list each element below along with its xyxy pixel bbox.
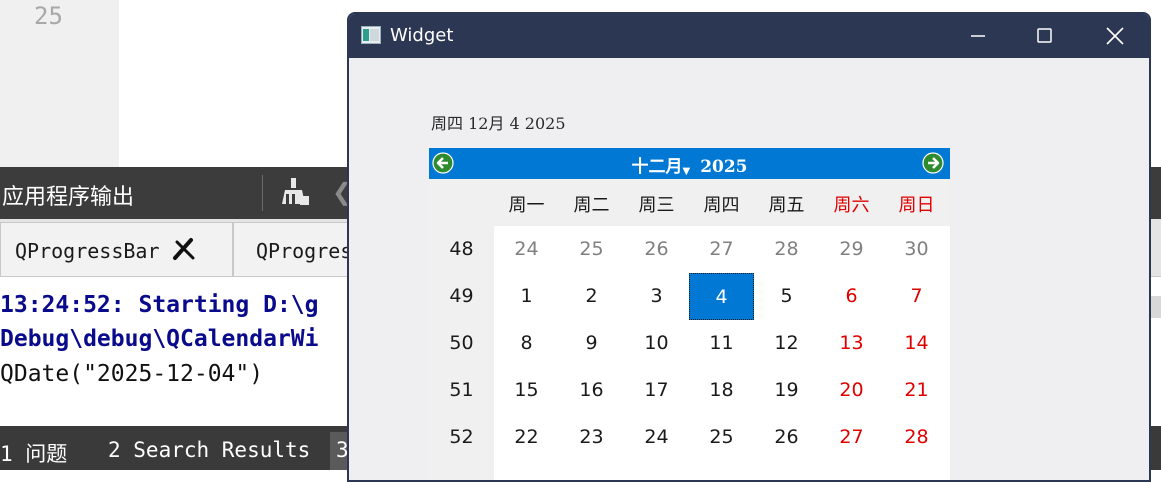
day-cell[interactable]: 15 bbox=[494, 367, 559, 414]
day-cell[interactable]: 12 bbox=[754, 320, 819, 367]
clear-output-icon[interactable] bbox=[280, 176, 310, 208]
title-bar[interactable]: Widget bbox=[349, 14, 1149, 58]
week-number: 52 bbox=[449, 426, 474, 448]
day-cell[interactable]: 20 bbox=[819, 367, 884, 414]
day-cell[interactable]: 17 bbox=[624, 367, 689, 414]
selected-date-label: 周四 12月 4 2025 bbox=[431, 114, 566, 133]
close-tab-icon[interactable] bbox=[171, 236, 197, 262]
day-cell[interactable]: 14 bbox=[884, 320, 949, 367]
scroll-marker bbox=[1150, 296, 1161, 318]
status-search-results[interactable]: 2 Search Results bbox=[108, 438, 310, 462]
day-cell[interactable]: 27 bbox=[689, 226, 754, 273]
calendar-widget[interactable]: 十二月▼ 2025 周一 周二 周三 周四 周五 周六 周日 48 49 50 51 52… bbox=[429, 148, 950, 480]
week-number: 50 bbox=[449, 332, 474, 354]
day-cell[interactable]: 28 bbox=[754, 226, 819, 273]
weekday-label: 周一 bbox=[508, 195, 545, 216]
day-cell[interactable]: 7 bbox=[884, 273, 949, 320]
week-number: 48 bbox=[449, 238, 474, 260]
selected-day-cell[interactable]: 4 bbox=[689, 273, 754, 320]
week-number: 51 bbox=[449, 379, 474, 401]
month-button[interactable]: 十二月 bbox=[631, 157, 682, 177]
day-cell[interactable]: 5 bbox=[754, 273, 819, 320]
line-number: 25 bbox=[34, 2, 63, 30]
day-cell[interactable]: 25 bbox=[559, 226, 624, 273]
close-icon[interactable] bbox=[1092, 20, 1138, 52]
next-month-arrow-icon[interactable] bbox=[922, 152, 944, 174]
day-cell[interactable]: 13 bbox=[819, 320, 884, 367]
day-cell[interactable]: 16 bbox=[559, 367, 624, 414]
weekday-header: 周一 周二 周三 周四 周五 周六 周日 bbox=[429, 179, 950, 226]
calendar-day-grid: 24 25 26 27 28 29 30 1 2 3 4 5 6 7 8 9 10 11 12 13 14 15 16 17 1… bbox=[494, 226, 950, 480]
code-editor[interactable]: 25 bbox=[0, 0, 348, 167]
divider bbox=[262, 175, 263, 211]
console-line: QDate("2025-12-04") bbox=[0, 361, 264, 387]
status-problems[interactable]: 1 问题 bbox=[0, 438, 67, 468]
app-icon bbox=[361, 26, 381, 44]
weekday-label: 周四 bbox=[703, 195, 740, 216]
line-gutter: 25 bbox=[0, 0, 119, 167]
day-cell[interactable]: 26 bbox=[624, 226, 689, 273]
week-number: 49 bbox=[449, 285, 474, 307]
month-year-selector: 十二月▼ 2025 bbox=[429, 152, 950, 177]
day-cell[interactable]: 22 bbox=[494, 414, 559, 461]
day-cell[interactable]: 2 bbox=[559, 273, 624, 320]
day-cell[interactable]: 25 bbox=[689, 414, 754, 461]
year-button[interactable]: 2025 bbox=[700, 157, 747, 177]
day-cell[interactable]: 23 bbox=[559, 414, 624, 461]
widget-window: Widget 周四 12月 4 2025 十二月▼ 2025 周一 周二 周三 … bbox=[347, 12, 1151, 482]
week-number-column: 48 49 50 51 52 bbox=[429, 226, 494, 480]
day-cell[interactable]: 6 bbox=[819, 273, 884, 320]
day-cell[interactable]: 9 bbox=[559, 320, 624, 367]
day-cell[interactable]: 3 bbox=[624, 273, 689, 320]
month-dropdown-icon[interactable]: ▼ bbox=[682, 166, 690, 177]
day-cell[interactable]: 27 bbox=[819, 414, 884, 461]
day-cell[interactable]: 1 bbox=[494, 273, 559, 320]
weekday-label: 周五 bbox=[768, 195, 805, 216]
weekday-label: 周日 bbox=[898, 195, 935, 216]
tab-label: QProgres bbox=[256, 239, 353, 263]
day-cell[interactable]: 21 bbox=[884, 367, 949, 414]
maximize-icon[interactable] bbox=[1021, 20, 1067, 52]
day-cell[interactable]: 11 bbox=[689, 320, 754, 367]
weekday-label: 周六 bbox=[833, 195, 870, 216]
tab-qprogressbar[interactable]: QProgressBar bbox=[0, 222, 233, 276]
window-title: Widget bbox=[390, 25, 454, 46]
output-panel-title: 应用程序输出 bbox=[2, 185, 135, 210]
tab-label: QProgressBar bbox=[15, 239, 160, 263]
day-cell[interactable]: 26 bbox=[754, 414, 819, 461]
tab-qprogressbar-2[interactable]: QProgres bbox=[233, 222, 353, 276]
weekday-label: 周三 bbox=[638, 195, 675, 216]
day-cell[interactable]: 24 bbox=[624, 414, 689, 461]
weekday-label: 周二 bbox=[573, 195, 610, 216]
console-line: Debug\debug\QCalendarWi bbox=[0, 326, 319, 352]
day-cell[interactable]: 8 bbox=[494, 320, 559, 367]
day-cell[interactable]: 10 bbox=[624, 320, 689, 367]
calendar-navigation-bar: 十二月▼ 2025 bbox=[429, 148, 950, 179]
day-cell[interactable]: 29 bbox=[819, 226, 884, 273]
minimize-icon[interactable] bbox=[955, 20, 1001, 52]
day-cell[interactable]: 30 bbox=[884, 226, 949, 273]
day-cell[interactable]: 28 bbox=[884, 414, 949, 461]
console-line: 13:24:52: Starting D:\g bbox=[0, 292, 319, 318]
day-cell[interactable]: 19 bbox=[754, 367, 819, 414]
day-cell[interactable]: 18 bbox=[689, 367, 754, 414]
day-cell[interactable]: 24 bbox=[494, 226, 559, 273]
